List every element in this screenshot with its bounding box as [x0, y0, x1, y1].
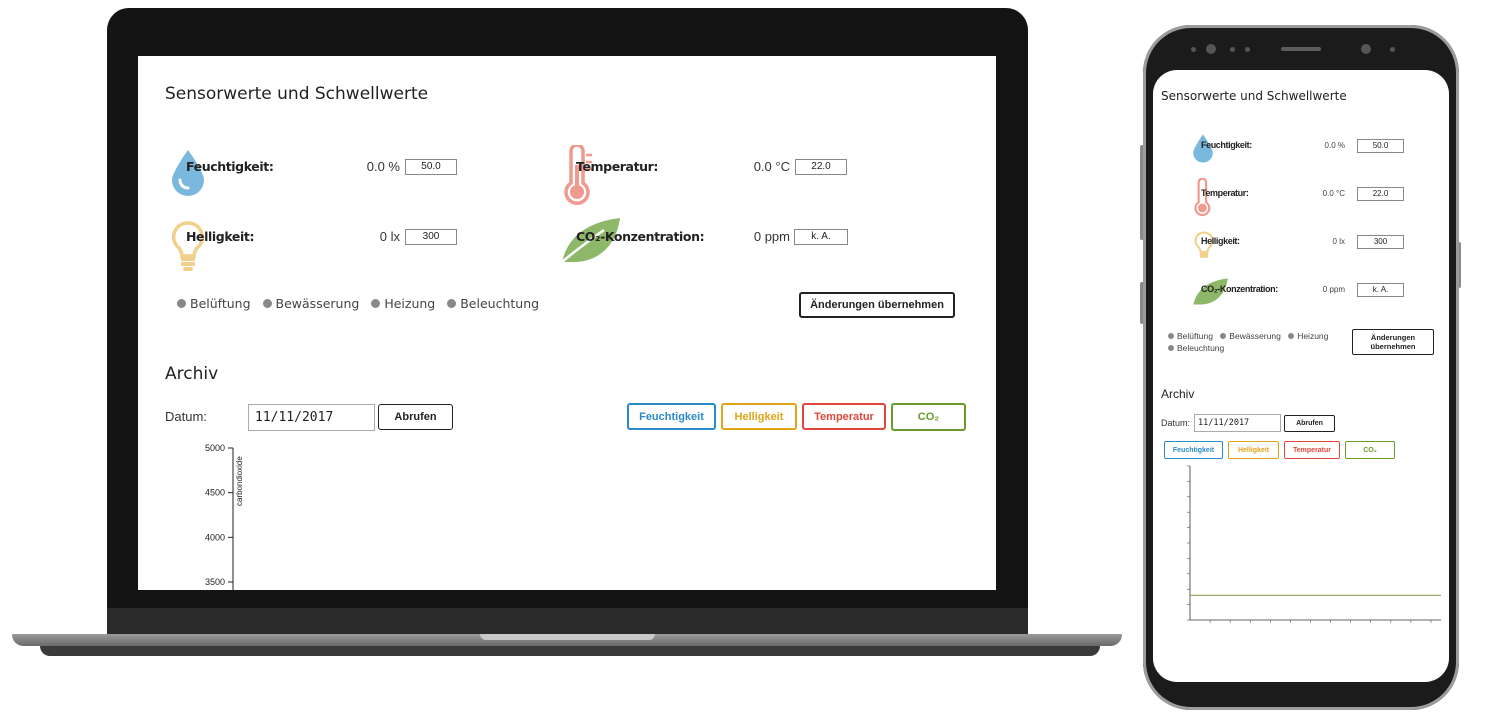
- y-tick-label: 3500: [205, 577, 225, 587]
- phone-sensor-dot: [1390, 47, 1395, 52]
- series-button-brightness[interactable]: Helligkeit: [1228, 441, 1279, 459]
- phone-sensor-dot: [1230, 47, 1235, 52]
- humidity-label: Feuchtigkeit:: [1201, 140, 1252, 150]
- series-button-humidity[interactable]: Feuchtigkeit: [1164, 441, 1223, 459]
- temperature-value: 0.0 °C: [1322, 189, 1345, 198]
- status-dot: [1220, 333, 1227, 339]
- brightness-threshold-input[interactable]: 300: [405, 229, 457, 245]
- archive-chart: carbondioxide 5000 4500 4000 3500: [205, 443, 244, 590]
- y-tick-label: 4500: [205, 488, 225, 498]
- status-dot: [1288, 333, 1295, 339]
- humidity-label: Feuchtigkeit:: [186, 159, 274, 174]
- co2-label: CO₂-Konzentration:: [1201, 284, 1278, 294]
- apply-changes-button[interactable]: Änderungen übernehmen: [1352, 329, 1434, 355]
- date-label: Datum:: [165, 409, 207, 424]
- brightness-label: Helligkeit:: [186, 229, 255, 244]
- series-button-humidity[interactable]: Feuchtigkeit: [627, 403, 716, 430]
- archive-title: Archiv: [1161, 387, 1195, 401]
- series-button-brightness[interactable]: Helligkeit: [721, 403, 797, 430]
- actuator-heating: Heizung: [371, 296, 435, 311]
- page-title: Sensorwerte und Schwellwerte: [165, 84, 429, 104]
- date-input[interactable]: 11/11/2017: [1194, 414, 1281, 432]
- status-dot: [177, 299, 186, 308]
- temperature-threshold-input[interactable]: 22.0: [1357, 187, 1404, 201]
- archive-chart: [1187, 465, 1441, 623]
- series-button-co2[interactable]: CO₂: [891, 403, 966, 431]
- humidity-value: 0.0 %: [366, 159, 400, 174]
- humidity-threshold-input[interactable]: 50.0: [1357, 139, 1404, 153]
- thermometer-icon: [1194, 178, 1211, 217]
- y-tick-label: 4000: [205, 532, 225, 542]
- actuator-list: Belüftung Bewässerung Heizung Beleuchtun…: [177, 296, 539, 311]
- humidity-value: 0.0 %: [1324, 141, 1345, 150]
- series-button-temperature[interactable]: Temperatur: [802, 403, 886, 430]
- brightness-label: Helligkeit:: [1201, 236, 1240, 246]
- actuator-ventilation: Belüftung: [1168, 330, 1213, 342]
- laptop-screen: Sensorwerte und Schwellwerte Feuchtigkei…: [138, 56, 996, 590]
- co2-threshold-input[interactable]: k. A.: [794, 229, 848, 245]
- status-dot: [371, 299, 381, 308]
- light-bulb-icon: [171, 221, 205, 271]
- actuator-ventilation: Belüftung: [177, 296, 251, 311]
- series-button-temperature[interactable]: Temperatur: [1284, 441, 1340, 459]
- thermometer-icon: [564, 145, 592, 205]
- temperature-threshold-input[interactable]: 22.0: [795, 159, 847, 175]
- phone-camera-dot: [1206, 44, 1216, 54]
- brightness-value: 0 lx: [1332, 237, 1345, 246]
- date-label: Datum:: [1161, 418, 1191, 428]
- page-title: Sensorwerte und Schwellwerte: [1161, 89, 1347, 103]
- actuator-lighting: Beleuchtung: [447, 296, 539, 311]
- y-tick-label: 5000: [205, 443, 225, 453]
- status-dot: [1168, 333, 1174, 339]
- actuator-irrigation: Bewässerung: [262, 296, 359, 311]
- archive-title: Archiv: [165, 364, 219, 384]
- laptop-base-shadow: [40, 646, 1100, 656]
- status-dot: [447, 299, 457, 308]
- phone-sensor-dot: [1245, 47, 1250, 52]
- fetch-button[interactable]: Abrufen: [378, 404, 453, 430]
- actuator-list: Belüftung Bewässerung Heizung Beleuchtun…: [1168, 330, 1353, 354]
- actuator-lighting: Beleuchtung: [1168, 342, 1224, 354]
- series-button-co2[interactable]: CO₂: [1345, 441, 1395, 459]
- co2-threshold-input[interactable]: k. A.: [1357, 283, 1404, 297]
- laptop-notch: [480, 634, 655, 640]
- phone-sensor-dot: [1191, 47, 1196, 52]
- brightness-threshold-input[interactable]: 300: [1357, 235, 1404, 249]
- actuator-heating: Heizung: [1288, 330, 1328, 342]
- phone-speaker: [1281, 47, 1321, 51]
- fetch-button[interactable]: Abrufen: [1284, 415, 1335, 432]
- co2-value: 0 ppm: [1322, 285, 1345, 294]
- status-dot: [1168, 345, 1174, 351]
- co2-label: CO₂-Konzentration:: [576, 229, 705, 244]
- temperature-value: 0.0 °C: [753, 159, 790, 174]
- brightness-value: 0 lx: [379, 229, 400, 244]
- y-axis-label: carbondioxide: [235, 456, 244, 506]
- apply-changes-button[interactable]: Änderungen übernehmen: [799, 292, 955, 318]
- date-input[interactable]: 11/11/2017: [248, 404, 375, 431]
- temperature-label: Temperatur:: [1201, 188, 1249, 198]
- temperature-label: Temperatur:: [576, 159, 659, 174]
- phone-screen: Sensorwerte und Schwellwerte Feuchtigkei…: [1153, 70, 1449, 682]
- light-bulb-icon: [1194, 231, 1214, 258]
- co2-value: 0 ppm: [753, 229, 790, 244]
- actuator-irrigation: Bewässerung: [1220, 330, 1281, 342]
- status-dot: [262, 299, 272, 308]
- humidity-threshold-input[interactable]: 50.0: [405, 159, 457, 175]
- phone-camera-dot: [1361, 44, 1371, 54]
